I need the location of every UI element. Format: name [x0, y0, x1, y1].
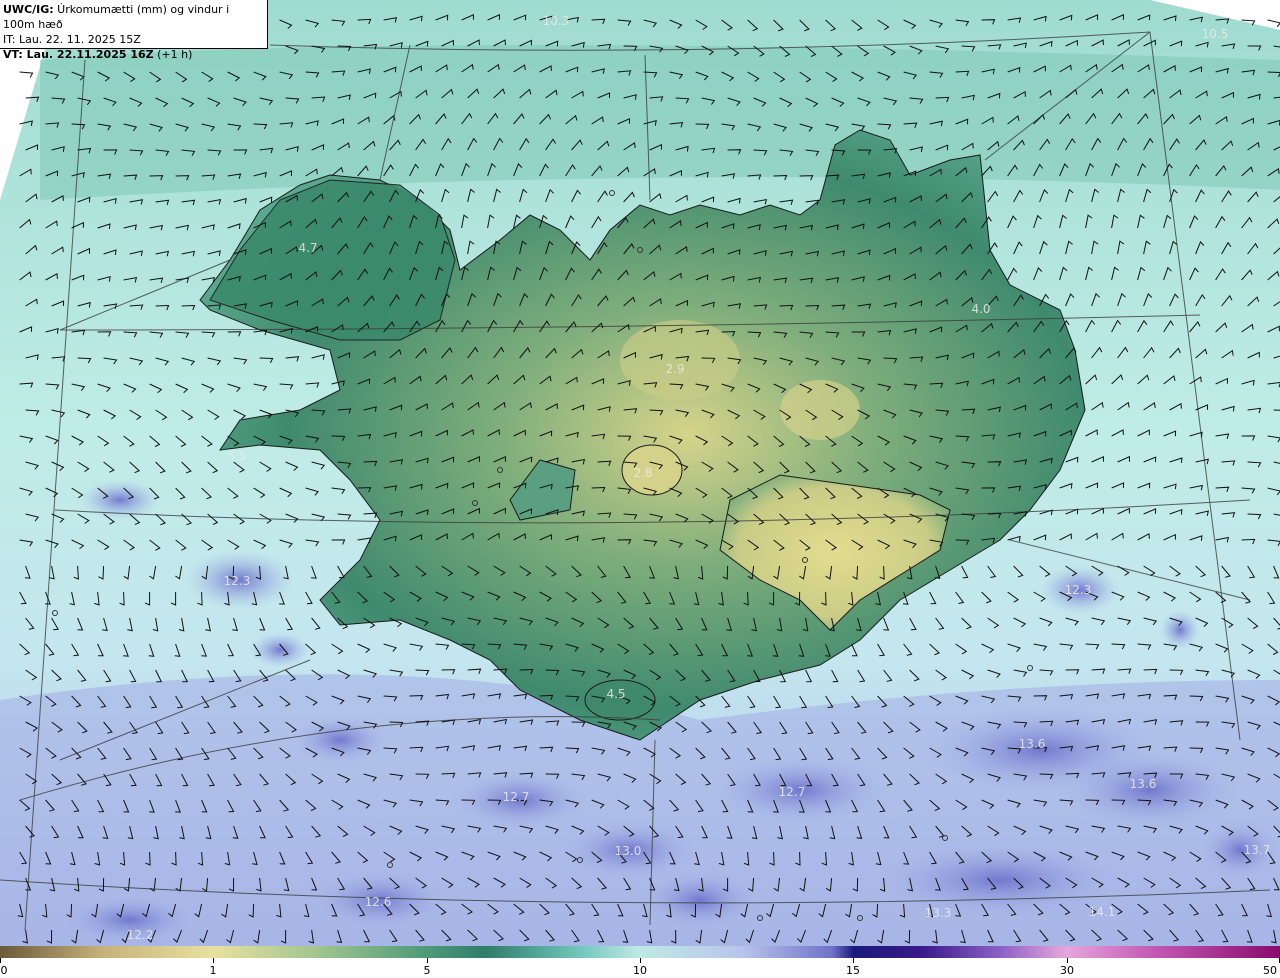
precip-value-label: 5.5: [227, 449, 246, 463]
precip-value-label: 13.6: [1019, 737, 1046, 751]
colorbar-tick: [640, 958, 641, 963]
precip-value-label: 14.1: [1089, 905, 1116, 919]
precip-value-label: 2.9: [665, 362, 684, 376]
header-issue-time: IT: Lau. 22. 11. 2025 15Z: [3, 33, 141, 46]
precip-value-label: 2.8: [633, 466, 652, 480]
precip-value-label: 10.5: [1202, 27, 1229, 41]
precip-value-label: 13.7: [1244, 843, 1271, 857]
colorbar-label: 5: [423, 964, 431, 977]
colorbar-tick: [427, 958, 428, 963]
colorbar-label: 0: [0, 964, 8, 977]
precip-value-label: 13.0: [615, 844, 642, 858]
colorbar-tick: [0, 958, 1, 963]
precip-value-label: 4.7: [298, 241, 317, 255]
precip-value-label: 12.6: [365, 895, 392, 909]
header-title-line: UWC/IG: Úrkomumætti (mm) og vindur i 100…: [3, 3, 230, 31]
precip-value-label: 10.3: [543, 14, 570, 28]
colorbar-label: 30: [1060, 964, 1074, 977]
colorbar-tick: [853, 958, 854, 963]
colorbar-label: 50: [1263, 964, 1277, 977]
header-valid-time: VT: Lau. 22.11.2025 16Z (+1 h): [3, 48, 193, 61]
colorbar: 0 1 5 10 15 30 50: [0, 946, 1280, 978]
colorbar-tick: [213, 958, 214, 963]
northeast-interior: [780, 380, 860, 440]
precip-value-label: 12.7: [779, 785, 806, 799]
precip-value-label: 13.6: [1130, 777, 1157, 791]
precip-value-label: 12.3: [1065, 583, 1092, 597]
precip-value-label: 4.5: [606, 687, 625, 701]
north-sea-band: [40, 45, 1280, 200]
map-canvas: 10.3 10.5 4.7 4.0 2.9 2.8 5.5 12.3 12.3 4.5 13.6 13…: [0, 0, 1280, 946]
precip-value-label: 12.2: [127, 928, 154, 942]
colorbar-label: 1: [209, 964, 217, 977]
colorbar-label: 15: [846, 964, 860, 977]
colorbar-label: 10: [633, 964, 647, 977]
colorbar-tick: [1067, 958, 1068, 963]
precip-value-label: 12.3: [224, 574, 251, 588]
colorbar-gradient: [0, 946, 1280, 958]
precip-value-label: 12.7: [503, 790, 530, 804]
map-header: UWC/IG: Úrkomumætti (mm) og vindur i 100…: [0, 0, 268, 61]
precip-value-label: 4.0: [971, 302, 990, 316]
precip-value-label: 13.3: [925, 906, 952, 920]
precipitation-wind-map[interactable]: 10.3 10.5 4.7 4.0 2.9 2.8 5.5 12.3 12.3 4.5 13.6 13…: [0, 0, 1280, 946]
